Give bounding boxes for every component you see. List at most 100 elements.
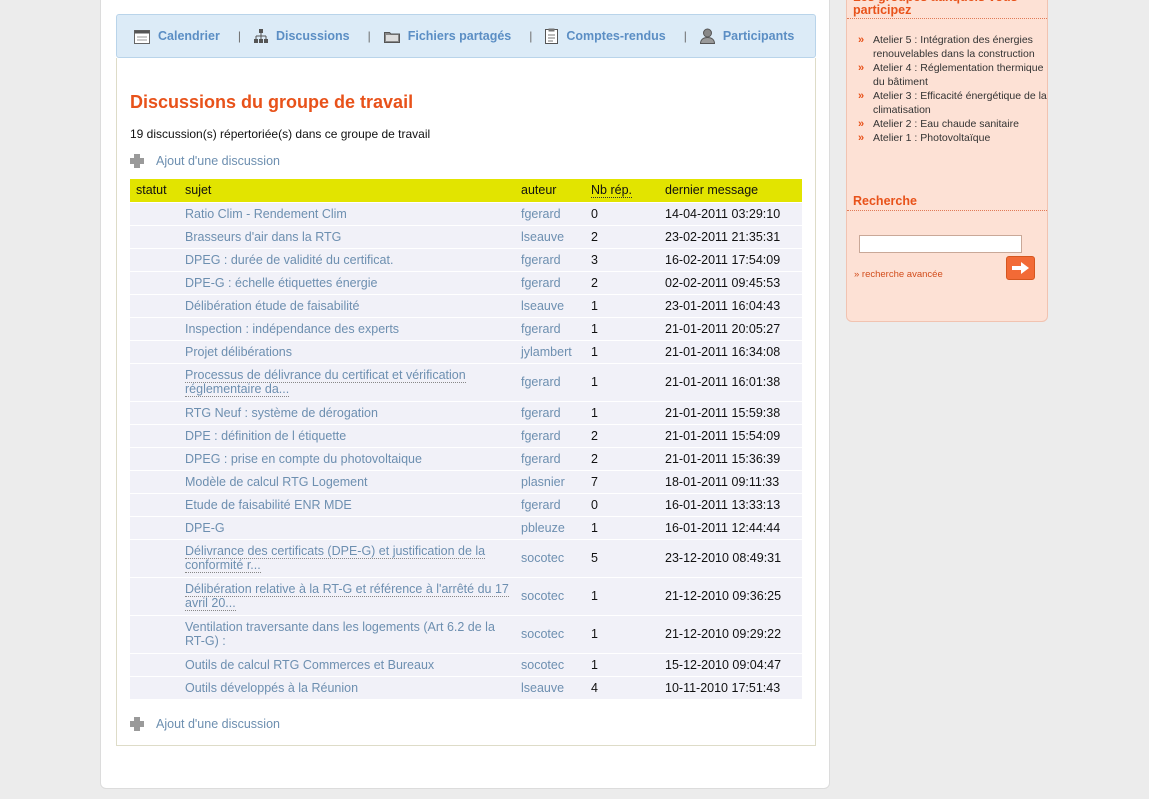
author-link[interactable]: fgerard bbox=[515, 316, 585, 340]
last-message-date: 02-02-2011 09:45:53 bbox=[659, 270, 802, 294]
discussion-subject-link[interactable]: Projet délibérations bbox=[185, 345, 292, 359]
replies-count: 1 bbox=[585, 576, 659, 615]
group-link[interactable]: » Atelier 1 : Photovoltaïque bbox=[858, 131, 1048, 145]
discussion-subject-link[interactable]: Processus de délivrance du certificat et… bbox=[185, 368, 466, 397]
add-discussion-link-top[interactable]: Ajout d'une discussion bbox=[130, 154, 280, 168]
discussion-subject-link[interactable]: Modèle de calcul RTG Logement bbox=[185, 475, 368, 489]
last-message-date: 23-01-2011 16:04:43 bbox=[659, 293, 802, 317]
table-row: Processus de délivrance du certificat et… bbox=[130, 362, 802, 401]
last-message-date: 23-02-2011 21:35:31 bbox=[659, 224, 802, 248]
nav-fichiers[interactable]: Fichiers partagés bbox=[383, 29, 511, 43]
table-header-row: statut sujet auteur Nb rép. dernier mess… bbox=[130, 179, 802, 202]
replies-count: 1 bbox=[585, 293, 659, 317]
author-link[interactable]: fgerard bbox=[515, 446, 585, 470]
discussion-subject-link[interactable]: DPE-G bbox=[185, 521, 225, 535]
discussion-subject-link[interactable]: Délibération étude de faisabilité bbox=[185, 299, 359, 313]
author-link[interactable]: plasnier bbox=[515, 469, 585, 493]
group-link[interactable]: » Atelier 2 : Eau chaude sanitaire bbox=[858, 117, 1048, 131]
discussion-subject-link[interactable]: DPEG : prise en compte du photovoltaique bbox=[185, 452, 422, 466]
nav-participants[interactable]: Participants bbox=[699, 28, 795, 44]
discussion-subject-link[interactable]: RTG Neuf : système de dérogation bbox=[185, 406, 378, 420]
page-title: Discussions du groupe de travail bbox=[130, 92, 414, 112]
discussion-subject-link[interactable]: Brasseurs d'air dans la RTG bbox=[185, 230, 341, 244]
author-link[interactable]: fgerard bbox=[515, 400, 585, 424]
nav-calendrier[interactable]: Calendrier bbox=[134, 29, 220, 44]
discussion-subject-link[interactable]: Outils de calcul RTG Commerces et Bureau… bbox=[185, 658, 434, 672]
subject-cell: Etude de faisabilité ENR MDE bbox=[179, 492, 515, 516]
table-row: Délibération étude de faisabilité lseauve… bbox=[130, 293, 802, 317]
table-row: Brasseurs d'air dans la RTG lseauve 2 23-02… bbox=[130, 224, 802, 248]
main-card: Calendrier | Discussions | Fichiers part… bbox=[100, 0, 830, 789]
chevron-right-icon: » bbox=[858, 34, 865, 46]
discussion-subject-link[interactable]: DPE-G : échelle étiquettes énergie bbox=[185, 276, 377, 290]
table-row: Outils développés à la Réunion lseauve 4 10… bbox=[130, 675, 802, 699]
group-link[interactable]: » Atelier 5 : Intégration des énergies re… bbox=[858, 33, 1048, 61]
subject-cell: Projet délibérations bbox=[179, 339, 515, 363]
author-link[interactable]: lseauve bbox=[515, 675, 585, 699]
col-nb-rep[interactable]: Nb rép. bbox=[585, 179, 659, 202]
discussion-subject-link[interactable]: DPEG : durée de validité du certificat. bbox=[185, 253, 393, 267]
discussion-subject-link[interactable]: Délibération relative à la RT-G et référ… bbox=[185, 582, 509, 611]
table-row: DPEG : prise en compte du photovoltaique… bbox=[130, 446, 802, 470]
group-link[interactable]: » Atelier 4 : Réglementation thermique du… bbox=[858, 61, 1048, 89]
group-link-label: Atelier 4 : Réglementation thermique du … bbox=[873, 62, 1044, 88]
table-row: Inspection : indépendance des experts fge… bbox=[130, 316, 802, 340]
discussions-body: Ratio Clim - Rendement Clim fgerard 0 14-04… bbox=[130, 201, 802, 699]
discussion-subject-link[interactable]: Outils développés à la Réunion bbox=[185, 681, 358, 695]
calendar-icon bbox=[134, 29, 150, 44]
author-link[interactable]: lseauve bbox=[515, 293, 585, 317]
author-link[interactable]: socotec bbox=[515, 614, 585, 653]
author-link[interactable]: fgerard bbox=[515, 201, 585, 225]
replies-count: 2 bbox=[585, 270, 659, 294]
author-link[interactable]: fgerard bbox=[515, 423, 585, 447]
last-message-date: 21-01-2011 15:59:38 bbox=[659, 400, 802, 424]
subject-cell: Processus de délivrance du certificat et… bbox=[179, 362, 515, 401]
discussion-subject-link[interactable]: Ventilation traversante dans les logemen… bbox=[185, 620, 495, 648]
group-nav-bar: Calendrier | Discussions | Fichiers part… bbox=[116, 14, 816, 58]
subject-cell: DPE : définition de l étiquette bbox=[179, 423, 515, 447]
table-row: Modèle de calcul RTG Logement plasnier 7 18… bbox=[130, 469, 802, 493]
status-cell bbox=[130, 652, 179, 676]
author-link[interactable]: socotec bbox=[515, 576, 585, 615]
author-link[interactable]: fgerard bbox=[515, 362, 585, 401]
advanced-search-link[interactable]: » recherche avancée bbox=[854, 269, 943, 280]
author-link[interactable]: socotec bbox=[515, 652, 585, 676]
add-discussion-label: Ajout d'une discussion bbox=[156, 154, 280, 168]
status-cell bbox=[130, 538, 179, 577]
replies-count: 1 bbox=[585, 652, 659, 676]
discussion-subject-link[interactable]: DPE : définition de l étiquette bbox=[185, 429, 346, 443]
author-link[interactable]: pbleuze bbox=[515, 515, 585, 539]
status-cell bbox=[130, 362, 179, 401]
discussion-subject-link[interactable]: Inspection : indépendance des experts bbox=[185, 322, 399, 336]
status-cell bbox=[130, 201, 179, 225]
replies-count: 1 bbox=[585, 515, 659, 539]
nav-separator: | bbox=[367, 29, 371, 43]
status-cell bbox=[130, 614, 179, 653]
nav-comptes-rendus[interactable]: Comptes-rendus bbox=[545, 28, 666, 44]
author-link[interactable]: fgerard bbox=[515, 270, 585, 294]
nav-discussions[interactable]: Discussions bbox=[253, 29, 350, 43]
author-link[interactable]: socotec bbox=[515, 538, 585, 577]
discussion-subject-link[interactable]: Délivrance des certificats (DPE-G) et ju… bbox=[185, 544, 486, 573]
replies-count: 0 bbox=[585, 201, 659, 225]
discussions-table: statut sujet auteur Nb rép. dernier mess… bbox=[130, 179, 802, 699]
group-link[interactable]: » Atelier 3 : Efficacité énergétique de l… bbox=[858, 89, 1048, 117]
table-row: DPE-G : échelle étiquettes énergie fgerar… bbox=[130, 270, 802, 294]
status-cell bbox=[130, 576, 179, 615]
search-input[interactable] bbox=[859, 235, 1022, 253]
nav-participants-label: Participants bbox=[722, 29, 795, 43]
replies-count: 4 bbox=[585, 675, 659, 699]
author-link[interactable]: fgerard bbox=[515, 247, 585, 271]
discussion-subject-link[interactable]: Etude de faisabilité ENR MDE bbox=[185, 498, 352, 512]
status-cell bbox=[130, 492, 179, 516]
discussion-subject-link[interactable]: Ratio Clim - Rendement Clim bbox=[185, 207, 347, 221]
last-message-date: 21-01-2011 20:05:27 bbox=[659, 316, 802, 340]
subject-cell: Inspection : indépendance des experts bbox=[179, 316, 515, 340]
add-discussion-link-bottom[interactable]: Ajout d'une discussion bbox=[130, 717, 280, 731]
groups-list: » Atelier 5 : Intégration des énergies re… bbox=[858, 33, 1048, 145]
author-link[interactable]: fgerard bbox=[515, 492, 585, 516]
author-link[interactable]: lseauve bbox=[515, 224, 585, 248]
search-button[interactable] bbox=[1006, 256, 1035, 280]
author-link[interactable]: jylambert bbox=[515, 339, 585, 363]
subject-cell: Outils développés à la Réunion bbox=[179, 675, 515, 699]
